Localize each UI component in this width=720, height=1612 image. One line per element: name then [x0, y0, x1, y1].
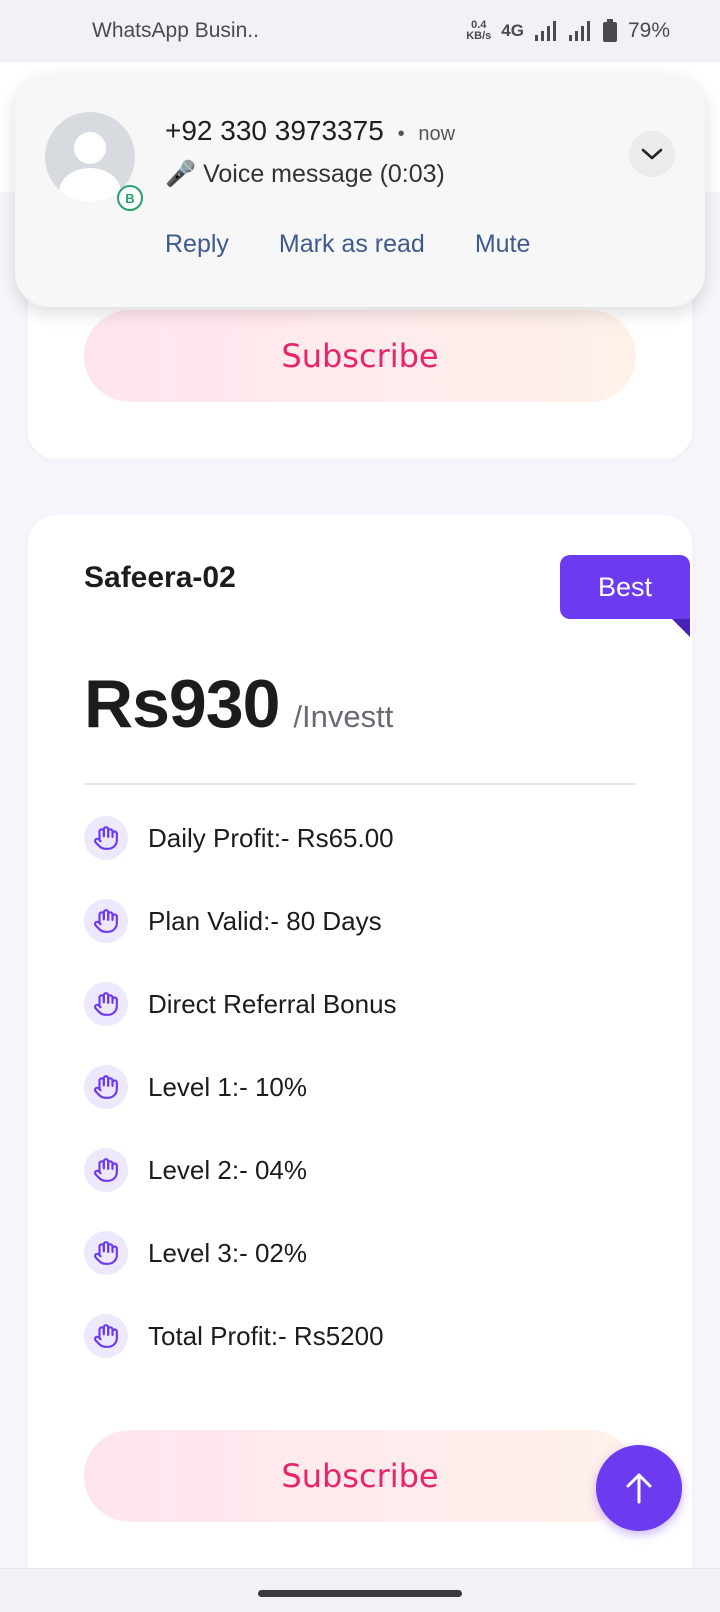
- feature-text: Daily Profit:- Rs65.00: [148, 822, 394, 853]
- plan-card: Safeera-02 Best Rs930 /Investt Daily Pro…: [28, 515, 692, 1612]
- feature-item: Level 3:- 02%: [84, 1230, 636, 1276]
- feature-item: Level 2:- 04%: [84, 1147, 636, 1193]
- battery-percentage: 79%: [627, 19, 670, 42]
- expand-button[interactable]: [629, 131, 675, 177]
- hand-icon: [84, 1148, 128, 1192]
- notification-title: +92 330 3973375 • now: [165, 115, 455, 147]
- feature-text: Level 3:- 02%: [148, 1237, 307, 1268]
- hand-icon: [84, 899, 128, 943]
- scroll-to-top-button[interactable]: [596, 1445, 682, 1531]
- feature-text: Direct Referral Bonus: [148, 988, 397, 1019]
- chevron-down-icon: [641, 148, 663, 160]
- mute-button[interactable]: Mute: [475, 230, 531, 259]
- separator: •: [397, 123, 405, 145]
- battery-icon: [602, 19, 617, 42]
- notification-message: 🎤 Voice message (0:03): [165, 160, 445, 188]
- whatsapp-business-icon: B: [117, 185, 143, 211]
- subscribe-button[interactable]: Subscribe: [84, 1430, 636, 1522]
- status-app-name: WhatsApp Busin..: [92, 19, 259, 42]
- notification-time: now: [418, 123, 456, 145]
- feature-text: Level 2:- 04%: [148, 1154, 307, 1185]
- price-unit: /Investt: [293, 699, 394, 734]
- hand-icon: [84, 816, 128, 860]
- feature-item: Direct Referral Bonus: [84, 981, 636, 1027]
- badge-fold: [672, 619, 690, 637]
- status-bar: WhatsApp Busin.. 0.4 KB/s 4G 79%: [0, 0, 720, 62]
- notification-sender: +92 330 3973375: [165, 115, 384, 146]
- plan-name: Safeera-02: [84, 561, 236, 594]
- hand-icon: [84, 1314, 128, 1358]
- mark-as-read-button[interactable]: Mark as read: [279, 230, 425, 259]
- status-icons: 0.4 KB/s 4G 79%: [466, 19, 670, 43]
- price-row: Rs930 /Investt: [84, 665, 393, 743]
- feature-item: Total Profit:- Rs5200: [84, 1313, 636, 1359]
- hand-icon: [84, 1065, 128, 1109]
- hand-icon: [84, 1231, 128, 1275]
- subscribe-button[interactable]: Subscribe: [84, 310, 636, 402]
- divider: [84, 783, 636, 785]
- notification-actions: Reply Mark as read Mute: [165, 230, 530, 259]
- plan-price: Rs930: [84, 666, 280, 742]
- arrow-up-icon: [626, 1473, 652, 1504]
- home-indicator[interactable]: [258, 1590, 462, 1597]
- feature-item: Plan Valid:- 80 Days: [84, 898, 636, 944]
- feature-item: Level 1:- 10%: [84, 1064, 636, 1110]
- hand-icon: [84, 982, 128, 1026]
- feature-text: Level 1:- 10%: [148, 1071, 307, 1102]
- feature-item: Daily Profit:- Rs65.00: [84, 815, 636, 861]
- signal-icon: [568, 21, 590, 41]
- feature-list: Daily Profit:- Rs65.00 Plan Valid:- 80 D…: [84, 815, 636, 1396]
- notification-card[interactable]: B +92 330 3973375 • now 🎤 Voice message …: [15, 75, 705, 307]
- best-badge: Best: [560, 555, 690, 619]
- network-type: 4G: [501, 21, 524, 40]
- signal-icon: [534, 21, 556, 41]
- feature-text: Plan Valid:- 80 Days: [148, 905, 382, 936]
- reply-button[interactable]: Reply: [165, 230, 229, 259]
- network-speed: 0.4 KB/s: [466, 19, 492, 42]
- feature-text: Total Profit:- Rs5200: [148, 1320, 384, 1351]
